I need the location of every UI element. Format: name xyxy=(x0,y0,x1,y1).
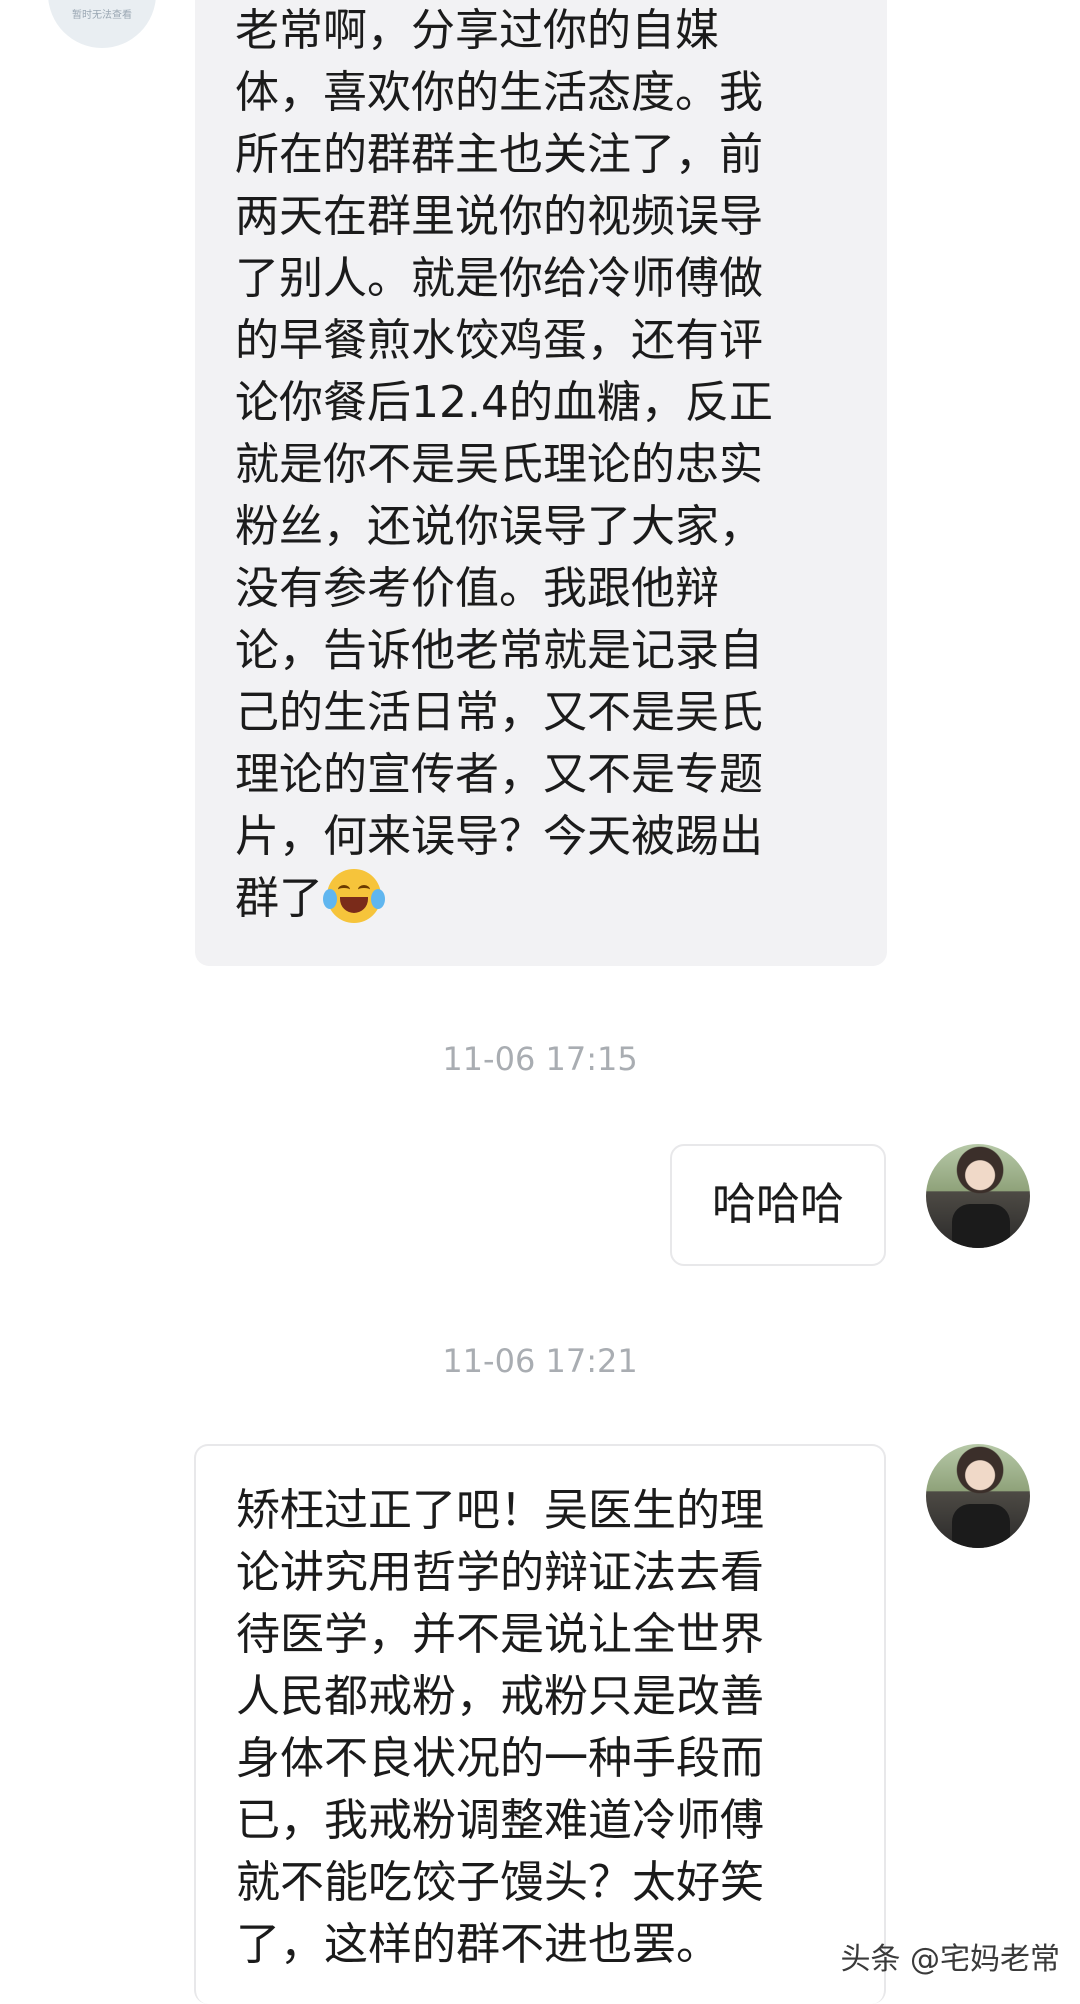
outgoing-message-bubble[interactable]: 哈哈哈 xyxy=(670,1144,886,1266)
outgoing-message-bubble[interactable]: 矫枉过正了吧！吴医生的理 论讲究用哲学的辩证法去看 待医学，并不是说让全世界 人… xyxy=(194,1444,886,2004)
outgoing-message-text: 哈哈哈 xyxy=(712,1179,844,1230)
tears-of-joy-icon xyxy=(323,869,385,923)
user-avatar[interactable] xyxy=(926,1144,1030,1248)
timestamp: 11-06 17:21 xyxy=(442,1342,638,1380)
watermark: 头条 @宅妈老常 xyxy=(840,1942,1060,1977)
avatar-placeholder-text: 暂时无法查看 xyxy=(72,10,132,21)
incoming-message-bubble[interactable]: 老常啊，分享过你的自媒 体，喜欢你的生活态度。我 所在的群群主也关注了，前 两天… xyxy=(195,0,887,966)
timestamp: 11-06 17:15 xyxy=(442,1040,638,1078)
user-avatar[interactable] xyxy=(926,1444,1030,1548)
sender-avatar[interactable]: 暂时无法查看 xyxy=(48,0,156,48)
outgoing-message-text: 矫枉过正了吧！吴医生的理 论讲究用哲学的辩证法去看 待医学，并不是说让全世界 人… xyxy=(236,1485,764,1970)
incoming-message-text: 老常啊，分享过你的自媒 体，喜欢你的生活态度。我 所在的群群主也关注了，前 两天… xyxy=(235,5,773,924)
